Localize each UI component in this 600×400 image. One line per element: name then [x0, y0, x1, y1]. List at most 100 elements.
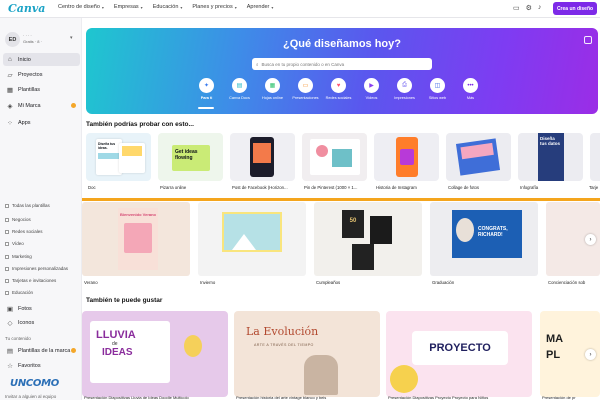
- evolucion-title: La Evolución: [246, 325, 319, 338]
- collage-image: [455, 138, 501, 176]
- invite-link[interactable]: Invitar a alguien al equipo: [5, 394, 56, 399]
- account-info[interactable]: · · · · Gratis · 8 ·: [23, 33, 42, 45]
- category-redes[interactable]: ♥ Redes sociales: [322, 78, 355, 100]
- template-card-infographic[interactable]: Diseña tus datos: [518, 133, 583, 181]
- nav-aprender[interactable]: Aprender ▾: [247, 4, 274, 10]
- filter-educacion[interactable]: Educación: [5, 290, 33, 295]
- monitor-icon[interactable]: ▭: [513, 4, 520, 12]
- create-design-button[interactable]: Crea un diseño: [553, 2, 597, 15]
- filter-video[interactable]: Vídeo: [5, 241, 24, 246]
- presentation-icon: ▭: [298, 78, 313, 93]
- search-input[interactable]: ⌕ Busca en tu propio contenido o en Canv…: [252, 58, 432, 70]
- filter-redes[interactable]: Redes sociales: [5, 229, 43, 234]
- template-card-cumpleanos[interactable]: 50: [314, 202, 422, 276]
- sidebar-item-label: Plantillas: [18, 86, 41, 93]
- template-card-tarjeta[interactable]: [590, 133, 600, 181]
- nav-label: Centro de diseño: [58, 4, 100, 10]
- template-card-graduacion[interactable]: CONGRATS, RICHARD!: [430, 202, 538, 276]
- sidebar-item-apps[interactable]: ⁘ Apps: [3, 116, 80, 129]
- category-label: Sitios web: [428, 96, 447, 100]
- sidebar-item-favoritos[interactable]: ☆ Favoritos: [3, 359, 80, 372]
- sidebar-item-mi-marca[interactable]: ◈ Mi Marca: [3, 99, 80, 112]
- notification-bell-icon[interactable]: ♪: [538, 4, 542, 12]
- chevron-down-icon: ▾: [101, 4, 104, 10]
- category-sitios[interactable]: ◫ Sitios web: [421, 78, 454, 100]
- nav-centro[interactable]: Centro de diseño ▾: [58, 4, 104, 10]
- top-nav: Centro de diseño ▾ Empresas ▾ Educación ▾ P…: [58, 4, 273, 10]
- filter-negocios[interactable]: Negocios: [5, 217, 31, 222]
- divider-bar: [82, 198, 600, 201]
- next-arrow-button[interactable]: ›: [585, 349, 596, 360]
- category-impresiones[interactable]: ⎙ Impresiones: [388, 78, 421, 100]
- search-icon: ⌕: [256, 61, 259, 67]
- sidebar-item-label: Proyectos: [18, 71, 43, 78]
- category-label: Presentaciones: [292, 96, 319, 100]
- filter-label: Educación: [12, 290, 34, 295]
- statue-image: [304, 355, 338, 395]
- section-title: También podrías probar con esto...: [86, 121, 194, 128]
- card-label: Presentación Diapositivas Lluvia de Idea…: [84, 395, 189, 400]
- sidebar-item-brand-templates[interactable]: ▤ Plantillas de la marca: [3, 344, 80, 357]
- template-card-proyecto[interactable]: PROYECTO: [386, 311, 532, 397]
- nav-planes[interactable]: Planes y precios ▾: [192, 4, 236, 10]
- sidebar: ED · · · · Gratis · 8 · ▾ ⌂ Inicio ▱ Pro…: [0, 18, 82, 400]
- template-card-evolucion[interactable]: La Evolución ARTE A TRAVÉS DEL TIEMPO: [234, 311, 380, 397]
- template-card-facebook[interactable]: [230, 133, 295, 181]
- hero-banner: ¿Qué diseñamos hoy? ⌕ Busca en tu propio…: [86, 28, 598, 114]
- video-icon: ▶: [364, 78, 379, 93]
- nav-label: Planes y precios: [192, 4, 233, 10]
- card-label: Pin de Pinterest (1000 × 1...: [304, 185, 358, 190]
- category-hojas[interactable]: ▦ Hojas online: [256, 78, 289, 100]
- category-mas[interactable]: ••• Más: [454, 78, 487, 100]
- chevron-right-icon: ›: [589, 351, 592, 358]
- sidebar-item-plantillas[interactable]: ▦ Plantillas: [3, 83, 80, 96]
- category-videos[interactable]: ▶ Vídeos: [355, 78, 388, 100]
- template-card-pinterest[interactable]: [302, 133, 367, 181]
- birthday-number: 50: [349, 218, 357, 224]
- birthday-card: [370, 216, 392, 244]
- brand-icon: ◈: [7, 102, 13, 110]
- template-card-doc[interactable]: Diseña tus ideas.: [86, 133, 151, 181]
- settings-icon[interactable]: ⚙: [526, 4, 532, 12]
- category-label: Impresiones: [394, 96, 415, 100]
- template-card-collage[interactable]: [446, 133, 511, 181]
- filter-todas[interactable]: Todas las plantillas: [5, 203, 50, 208]
- top-bar: Canva Centro de diseño ▾ Empresas ▾ Educac…: [0, 0, 600, 18]
- filter-tarjetas[interactable]: Tarjetas e invitaciones: [5, 278, 56, 283]
- category-presentaciones[interactable]: ▭ Presentaciones: [289, 78, 322, 100]
- next-arrow-button[interactable]: ›: [585, 234, 596, 245]
- avatar[interactable]: ED: [5, 32, 20, 47]
- canva-logo[interactable]: Canva: [8, 2, 45, 15]
- filter-marketing[interactable]: Marketing: [5, 254, 32, 259]
- sidebar-item-fotos[interactable]: ▣ Fotos: [3, 302, 80, 315]
- chevron-down-icon[interactable]: ▾: [70, 35, 73, 41]
- summer-text: Bienvenido Verano: [119, 212, 156, 217]
- category-docs[interactable]: ▤ Canva Docs: [223, 78, 256, 100]
- category-para-ti[interactable]: ✦ Para ti: [190, 78, 223, 100]
- card-label: Pizarra online: [160, 185, 187, 190]
- seasonal-row: Bienvenido Verano Verano Invierno 50 Cum…: [82, 202, 600, 290]
- doc-image: [122, 146, 142, 156]
- star-icon: ☆: [7, 362, 13, 370]
- sidebar-item-proyectos[interactable]: ▱ Proyectos: [3, 68, 80, 81]
- sidebar-item-label: Mi Marca: [18, 102, 41, 109]
- resize-icon[interactable]: [584, 36, 592, 44]
- chevron-down-icon: ▾: [271, 4, 274, 10]
- template-card-lluvia[interactable]: LLUVIA de IDEAS: [82, 311, 228, 397]
- nav-educacion[interactable]: Educación ▾: [153, 4, 183, 10]
- nav-empresas[interactable]: Empresas ▾: [114, 4, 143, 10]
- heart-icon: ♥: [331, 78, 346, 93]
- filter-impresiones[interactable]: Impresiones personalizadas: [5, 266, 68, 271]
- template-card-whiteboard[interactable]: Get ideas flowing: [158, 133, 223, 181]
- sidebar-item-inicio[interactable]: ⌂ Inicio: [3, 53, 80, 66]
- lluvia-title: LLUVIA: [96, 329, 136, 341]
- pin-shape: [332, 149, 352, 167]
- template-card-invierno[interactable]: [198, 202, 306, 276]
- template-card-verano[interactable]: Bienvenido Verano: [82, 202, 190, 276]
- doc-chart: [98, 153, 120, 159]
- template-card-instagram[interactable]: [374, 133, 439, 181]
- graduation-text: CONGRATS, RICHARD!: [478, 226, 508, 238]
- doc-page: [119, 143, 145, 173]
- sidebar-item-iconos[interactable]: ◇ Iconos: [3, 316, 80, 329]
- story-image: [396, 137, 418, 177]
